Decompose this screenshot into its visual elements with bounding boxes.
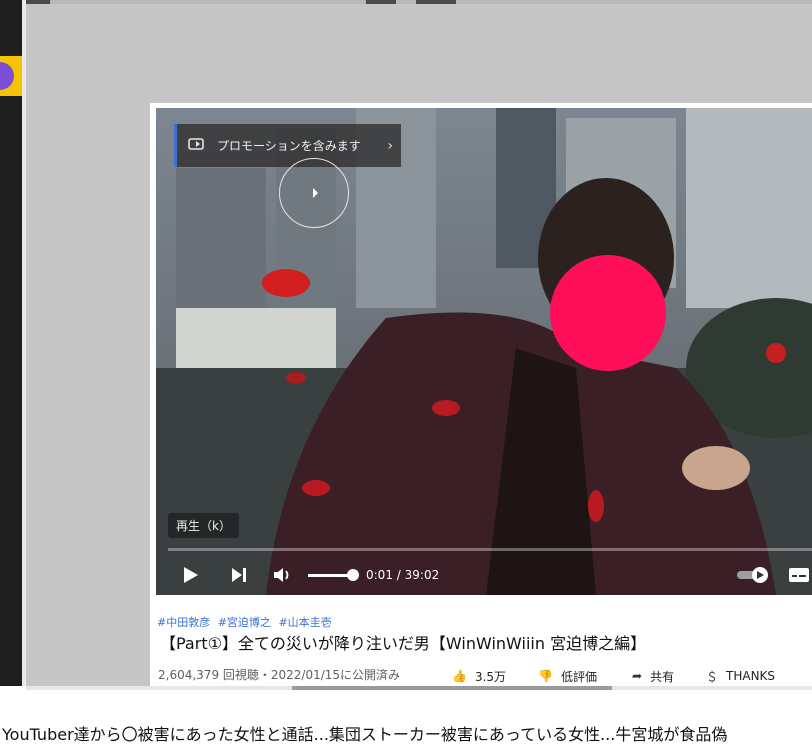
ticker-text: 名YouTuber達から〇被害にあった女性と通話...集団ストーカー被害にあって… <box>0 725 728 744</box>
thanks-button[interactable]: ＄ THANKS <box>706 666 775 686</box>
video-frame-image <box>156 108 812 595</box>
horizontal-scrollbar[interactable] <box>26 686 812 690</box>
play-button[interactable] <box>176 555 206 595</box>
thumbs-up-icon: 👍 <box>452 669 467 683</box>
hashtag-link[interactable]: #山本圭壱 <box>278 616 331 629</box>
video-title: 【Part①】全ての災いが降り注いだ男【WinWinWiiin 宮迫博之編】 <box>160 634 647 653</box>
like-count: 3.5万 <box>474 669 507 684</box>
share-icon: ➦ <box>632 669 643 683</box>
super-thanks-icon: ＄ <box>706 669 719 684</box>
top-strip-segment <box>366 0 396 4</box>
video-player[interactable]: プロモーションを含みます › 再生（k） 0:01 / 39:02 <box>156 108 812 595</box>
time-current: 0:01 <box>366 568 393 582</box>
volume-slider-handle[interactable] <box>347 569 359 581</box>
chevron-right-icon: › <box>387 137 393 154</box>
hashtag-link[interactable]: #中田敦彦 <box>157 616 210 629</box>
time-total: 39:02 <box>404 568 440 582</box>
top-strip-segment <box>416 0 456 4</box>
dislike-label: 低評価 <box>560 669 597 684</box>
play-icon <box>184 567 198 583</box>
play-tooltip: 再生（k） <box>168 513 239 538</box>
caption-ticker: 名YouTuber達から〇被害にあった女性と通話...集団ストーカー被害にあって… <box>0 721 812 747</box>
like-button[interactable]: 👍 3.5万 <box>452 666 506 686</box>
share-button[interactable]: ➦ 共有 <box>632 666 674 686</box>
subtitles-icon <box>789 568 809 582</box>
player-controls: 0:01 / 39:02 <box>156 555 812 595</box>
top-edge-strip <box>26 0 812 4</box>
hashtag-link[interactable]: #宮迫博之 <box>218 616 271 629</box>
left-sidebar-strip <box>0 0 22 686</box>
mute-button[interactable] <box>268 555 298 595</box>
left-app-badge[interactable] <box>0 56 22 96</box>
skip-next-icon <box>232 568 246 582</box>
autoplay-toggle[interactable] <box>734 555 774 595</box>
next-button[interactable] <box>224 555 254 595</box>
dislike-button[interactable]: 👎 低評価 <box>538 666 597 686</box>
promotion-badge[interactable]: プロモーションを含みます › <box>174 124 401 167</box>
subtitles-button[interactable] <box>786 555 812 595</box>
progress-bar[interactable] <box>168 548 812 551</box>
thanks-label: THANKS <box>726 669 776 683</box>
volume-icon <box>274 568 289 582</box>
hashtag-list: #中田敦彦 #宮迫博之 #山本圭壱 <box>157 614 336 630</box>
scrollbar-thumb[interactable] <box>292 686 612 690</box>
mouse-cursor-icon <box>313 188 318 198</box>
autoplay-toggle-icon <box>737 567 768 583</box>
share-label: 共有 <box>650 669 675 684</box>
thumbs-down-icon: 👎 <box>538 669 553 683</box>
view-count-and-date: 2,604,379 回視聴・2022/01/15に公開済み <box>158 668 401 682</box>
promotion-label: プロモーションを含みます <box>217 139 361 153</box>
time-separator: / <box>396 568 405 582</box>
avatar-icon <box>0 62 14 90</box>
top-strip-segment <box>26 0 50 4</box>
time-display: 0:01 / 39:02 <box>366 555 439 595</box>
promotion-icon <box>187 135 209 156</box>
